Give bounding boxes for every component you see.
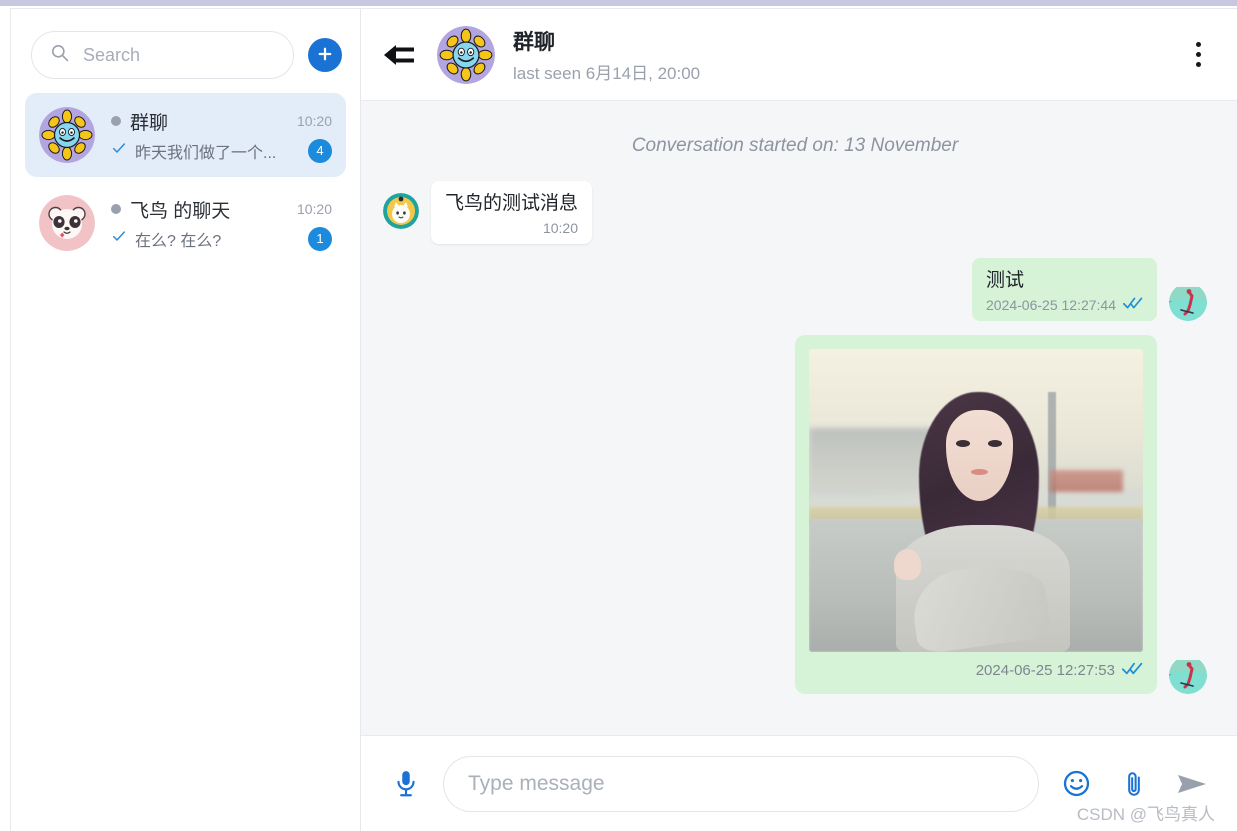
page-title: 群聊 bbox=[513, 30, 555, 54]
chat-item-time: 10:20 bbox=[296, 113, 332, 129]
conversation-start-notice: Conversation started on: 13 November bbox=[631, 135, 959, 156]
chat-header: 群聊 last seen 6月14日, 20:00 bbox=[361, 9, 1237, 101]
chat-panel: 群聊 last seen 6月14日, 20:00 Conversation s… bbox=[361, 9, 1237, 831]
back-arrow-icon[interactable] bbox=[379, 35, 419, 75]
message-time: 2024-06-25 12:27:44 bbox=[986, 296, 1116, 313]
message-row-outgoing: 测试 2024-06-25 12:27:44 bbox=[383, 257, 1207, 322]
cat-avatar bbox=[383, 193, 419, 229]
chat-item-preview: 昨天我们做了一个... bbox=[135, 144, 277, 162]
chat-item-texts: 飞鸟 的聊天 10:20 在么? 在么? 1 bbox=[111, 196, 332, 251]
top-accent-strip bbox=[0, 0, 1237, 6]
unread-badge: 1 bbox=[308, 226, 332, 251]
chat-item-name: 群聊 bbox=[130, 112, 169, 134]
message-meta: 10:20 bbox=[445, 220, 578, 236]
status-dot-icon bbox=[111, 204, 121, 214]
message-time: 10:20 bbox=[542, 219, 579, 236]
chat-item-time: 10:20 bbox=[296, 201, 332, 217]
double-check-icon bbox=[1122, 296, 1143, 313]
message-row-incoming: 飞鸟的测试消息 10:20 bbox=[383, 181, 1207, 244]
double-check-icon bbox=[1121, 661, 1143, 680]
search-box[interactable] bbox=[31, 31, 294, 79]
message-composer bbox=[361, 735, 1237, 831]
paperclip-icon[interactable] bbox=[1113, 763, 1155, 805]
chat-item-header: 群聊 10:20 bbox=[111, 108, 332, 135]
chat-list: 群聊 10:20 昨天我们做了一个... 4 飞鸟 的聊天 10:20 在么? … bbox=[11, 93, 360, 269]
message-input[interactable] bbox=[466, 770, 1016, 797]
skier-avatar bbox=[1169, 656, 1207, 695]
plus-icon bbox=[316, 45, 334, 66]
send-icon[interactable] bbox=[1171, 763, 1213, 805]
microphone-icon[interactable] bbox=[385, 763, 427, 805]
message-input-box[interactable] bbox=[443, 755, 1039, 812]
emoji-icon[interactable] bbox=[1055, 763, 1097, 805]
header-texts: 群聊 last seen 6月14日, 20:00 bbox=[513, 26, 1163, 84]
chat-item-preview-row: 在么? 在么? 1 bbox=[111, 226, 332, 251]
search-input[interactable] bbox=[81, 43, 275, 67]
message-bubble-image[interactable]: 2024-06-25 12:27:53 bbox=[795, 335, 1157, 695]
message-bubble-incoming[interactable]: 飞鸟的测试消息 10:20 bbox=[431, 181, 593, 244]
message-meta: 2024-06-25 12:27:53 bbox=[809, 661, 1143, 680]
status-dot-icon bbox=[111, 116, 121, 126]
single-check-icon bbox=[111, 140, 127, 161]
single-check-icon bbox=[111, 228, 127, 249]
chat-application: 群聊 10:20 昨天我们做了一个... 4 bbox=[10, 8, 1237, 831]
message-area: Conversation started on: 13 November 飞鸟的… bbox=[361, 101, 1237, 735]
message-bubble-outgoing[interactable]: 测试 2024-06-25 12:27:44 bbox=[972, 257, 1157, 322]
chat-item-name: 飞鸟 的聊天 bbox=[130, 200, 231, 222]
chat-item-preview: 在么? 在么? bbox=[135, 232, 222, 250]
message-time: 2024-06-25 12:27:53 bbox=[975, 662, 1115, 680]
sunflower-avatar bbox=[39, 107, 95, 163]
chat-item-header: 飞鸟 的聊天 10:20 bbox=[111, 196, 332, 223]
search-icon bbox=[50, 43, 69, 67]
unread-badge: 4 bbox=[308, 138, 332, 163]
more-vertical-icon[interactable] bbox=[1181, 35, 1215, 75]
sidebar: 群聊 10:20 昨天我们做了一个... 4 bbox=[11, 9, 361, 831]
header-subtitle: last seen 6月14日, 20:00 bbox=[513, 63, 701, 83]
message-text: 测试 bbox=[986, 269, 1025, 291]
sidebar-search-row bbox=[11, 9, 360, 93]
chat-list-item-feiniao[interactable]: 飞鸟 的聊天 10:20 在么? 在么? 1 bbox=[25, 181, 346, 265]
add-chat-button[interactable] bbox=[308, 38, 342, 72]
header-sunflower-avatar[interactable] bbox=[437, 25, 495, 84]
skier-avatar bbox=[1169, 283, 1207, 322]
message-row-outgoing-image: 2024-06-25 12:27:53 bbox=[383, 335, 1207, 695]
chat-list-item-group[interactable]: 群聊 10:20 昨天我们做了一个... 4 bbox=[25, 93, 346, 177]
chat-item-preview-row: 昨天我们做了一个... 4 bbox=[111, 138, 332, 163]
panda-avatar bbox=[39, 195, 95, 251]
chat-item-texts: 群聊 10:20 昨天我们做了一个... 4 bbox=[111, 108, 332, 163]
message-meta: 2024-06-25 12:27:44 bbox=[986, 296, 1143, 313]
message-photo[interactable] bbox=[809, 349, 1143, 653]
message-text: 飞鸟的测试消息 bbox=[445, 193, 579, 214]
